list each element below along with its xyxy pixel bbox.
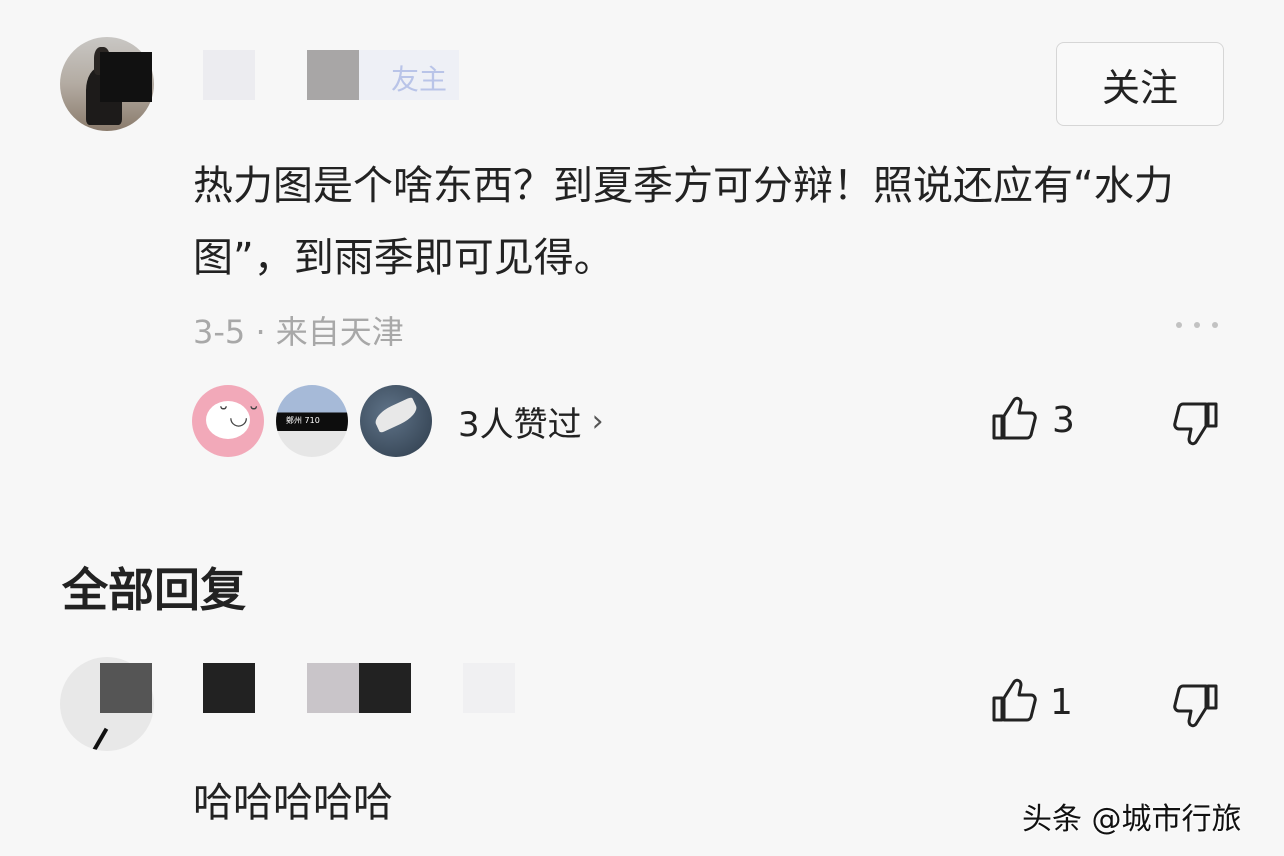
comment-text: 热力图是个啥东西？到夏季方可分辩！照说还应有“水力图”，到雨季即可见得。 bbox=[193, 163, 1174, 281]
likers-summary-link[interactable]: 3人赞过 › bbox=[458, 397, 604, 446]
liker-avatar[interactable]: ˘◡˘ bbox=[192, 385, 264, 457]
more-dots-icon[interactable] bbox=[1176, 318, 1218, 332]
username-mosaic-block bbox=[100, 52, 152, 102]
like-count: 3 bbox=[1052, 400, 1075, 441]
reply-text: 哈哈哈哈哈 bbox=[193, 780, 393, 826]
thumbs-up-icon[interactable] bbox=[990, 678, 1038, 724]
watermark: 头条 @城市行旅 bbox=[1022, 802, 1242, 837]
liker-avatar-tag: 鄭州 710 bbox=[286, 416, 320, 425]
comment-time: 3-5 bbox=[193, 313, 246, 351]
replies-section-title: 全部回复 bbox=[62, 563, 246, 617]
reply-like-count: 1 bbox=[1050, 682, 1073, 723]
liker-avatar[interactable] bbox=[360, 385, 432, 457]
meta-separator: · bbox=[255, 313, 266, 351]
commenter-username[interactable]: 友主 bbox=[203, 50, 463, 102]
thumbs-down-icon[interactable] bbox=[1172, 682, 1220, 728]
thumbs-up-icon[interactable] bbox=[990, 396, 1038, 442]
follow-button[interactable]: 关注 bbox=[1056, 42, 1224, 126]
chevron-right-icon: › bbox=[591, 404, 604, 439]
username-mosaic-block bbox=[100, 663, 152, 713]
comment-location: 来自天津 bbox=[275, 313, 404, 351]
comment-detail-page: 友主 关注 热力图是个啥东西？到夏季方可分辩！照说还应有“水力图”，到雨季即可见… bbox=[0, 0, 1284, 856]
thumbs-down-icon[interactable] bbox=[1172, 400, 1220, 446]
comment-meta: 3-5 · 来自天津 bbox=[193, 307, 404, 353]
reply-username[interactable] bbox=[203, 663, 533, 723]
likers-summary: 3人赞过 bbox=[458, 405, 582, 445]
username-badge: 友主 bbox=[391, 63, 448, 96]
liker-avatar[interactable]: 鄭州 710 bbox=[276, 385, 348, 457]
